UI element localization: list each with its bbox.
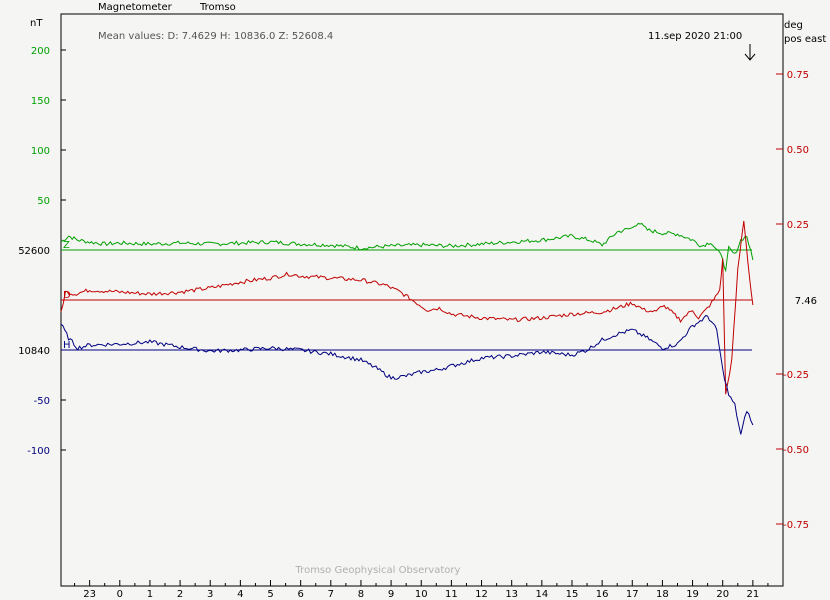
x-tick-label: 0 xyxy=(117,589,123,600)
x-tick-label: 9 xyxy=(388,589,394,600)
x-tick-label: 14 xyxy=(535,589,548,600)
magnetometer-chart: Magnetometer Tromso nT Mean values: D: 7… xyxy=(18,2,826,600)
right-unit-label: deg xyxy=(784,20,803,31)
x-tick-label: 15 xyxy=(566,589,579,600)
now-arrow-icon xyxy=(744,44,756,61)
baseline-label-z: Z xyxy=(63,240,70,251)
x-tick-label: 1 xyxy=(147,589,153,600)
right-tick-label: -0.25 xyxy=(783,370,809,381)
left-unit-label: nT xyxy=(30,18,43,29)
x-tick-label: 8 xyxy=(358,589,364,600)
x-tick-label: 23 xyxy=(83,589,96,600)
right-tick-label: 0.75 xyxy=(787,70,809,81)
x-tick-label: 11 xyxy=(445,589,458,600)
left-tick-label: 200 xyxy=(31,46,50,57)
right-tick-label: 0.50 xyxy=(787,145,809,156)
left-tick-label: 100 xyxy=(31,146,50,157)
x-tick-label: 18 xyxy=(656,589,669,600)
right-unit-label-2: pos east xyxy=(784,34,826,45)
series-line-z xyxy=(60,222,754,273)
left-tick-label: 150 xyxy=(31,96,50,107)
x-tick-label: 21 xyxy=(746,589,759,600)
x-tick-label: 6 xyxy=(297,589,303,600)
right-tick-label: -0.50 xyxy=(783,445,809,456)
series-lines xyxy=(60,220,754,435)
x-tick-label: 13 xyxy=(505,589,518,600)
x-tick-label: 7 xyxy=(328,589,334,600)
footer-label: Tromso Geophysical Observatory xyxy=(295,565,461,576)
left-tick-label: 10840 xyxy=(18,346,50,357)
left-tick-label: -100 xyxy=(27,446,50,457)
instrument-label: Magnetometer xyxy=(98,2,173,13)
x-axis: 23 0 1 2 3 4 5 6 7 8 9 10 11 12 13 14 15 16 17 18 19 20 21 xyxy=(74,580,769,600)
x-tick-label: 10 xyxy=(415,589,428,600)
right-tick-label: 0.25 xyxy=(787,220,809,231)
left-tick-label: -50 xyxy=(34,396,50,407)
left-tick-label: 50 xyxy=(37,196,50,207)
series-line-h xyxy=(60,314,754,435)
right-tick-label: -0.75 xyxy=(783,520,809,531)
x-tick-label: 16 xyxy=(596,589,609,600)
x-tick-label: 2 xyxy=(177,589,183,600)
station-label: Tromso xyxy=(199,2,236,13)
right-value-label: 7.46 xyxy=(795,296,817,307)
baseline-label-h: H xyxy=(63,340,71,351)
x-tick-label: 20 xyxy=(716,589,729,600)
x-tick-label: 12 xyxy=(475,589,488,600)
right-axis: 0.75 0.50 0.25 -0.25 -0.50 -0.75 7.46 xyxy=(776,70,817,531)
baselines: ZDH xyxy=(61,240,752,351)
x-tick-label: 17 xyxy=(626,589,639,600)
series-line-d xyxy=(60,220,754,395)
x-tick-label: 19 xyxy=(686,589,699,600)
left-axis: 200 150 100 50 52600 10840 -50 -100 xyxy=(18,46,66,457)
timestamp-label: 11.sep 2020 21:00 xyxy=(648,31,742,42)
mean-values-label: Mean values: D: 7.4629 H: 10836.0 Z: 526… xyxy=(98,31,333,42)
left-tick-label: 52600 xyxy=(18,246,50,257)
x-tick-label: 5 xyxy=(267,589,273,600)
x-tick-label: 4 xyxy=(237,589,243,600)
x-tick-label: 3 xyxy=(207,589,213,600)
